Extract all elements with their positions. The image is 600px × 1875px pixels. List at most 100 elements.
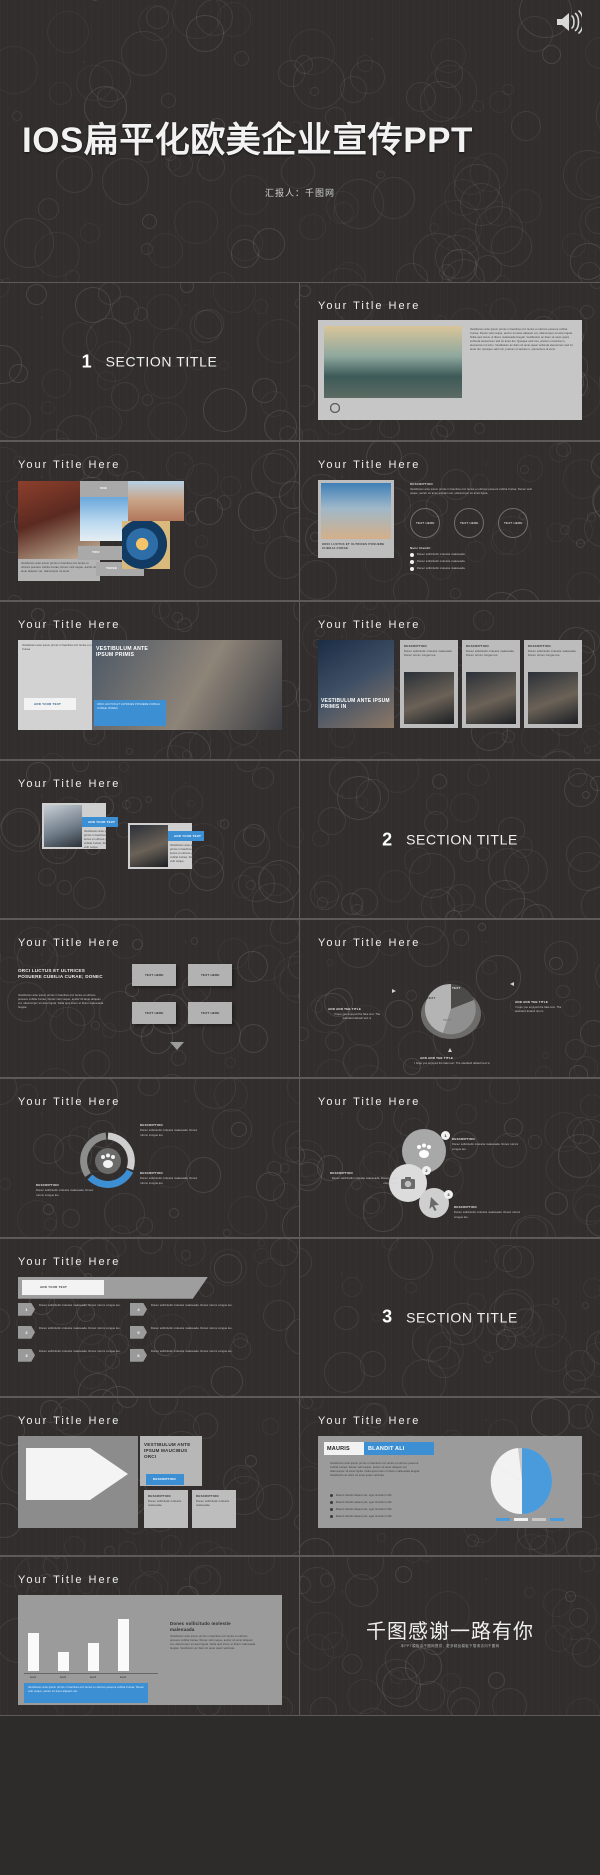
section-label: SECTION TITLE — [105, 353, 218, 370]
funnel-column-label: DESCRIPTION — [148, 1494, 171, 1499]
slide-thumbnail-5[interactable]: Your Title Here Vestibulum ante ipsum pr… — [0, 600, 300, 760]
slide-content: Your Title Here VESTIBULUM ANTE IPSUM MA… — [0, 1398, 299, 1555]
tab-two-bg[interactable] — [78, 546, 126, 561]
slide-thumbnail-17[interactable]: Your Title Here text text text text Done… — [0, 1556, 300, 1716]
row-number-chevron: 2 — [18, 1325, 35, 1339]
slide-thumbnail-7[interactable]: Your Title Here ADD YOUR TEXT Vestibulum… — [0, 759, 300, 920]
row-number-chevron: 6 — [130, 1348, 147, 1362]
bullet-text: Donec sollicitudin molestie malesuada. — [417, 567, 466, 571]
pie-body: Vestibulum ante ipsum primis in faucibus… — [330, 1462, 421, 1478]
icon-item-body: Donec sollicitudin molestie malesuada. D… — [454, 1211, 521, 1219]
bar-category-label: text — [60, 1675, 67, 1680]
slide-grid: 1 SECTION TITLE Your Title Here Vestibul… — [0, 282, 600, 1716]
man-suit-photo — [130, 824, 168, 867]
slide-content: 1 SECTION TITLE — [0, 283, 299, 440]
slide-thumbnail-16[interactable]: Your Title Here MAURIS BLANDIT ALI Vesti… — [300, 1397, 600, 1557]
slide-thumbnail-14[interactable]: 3 SECTION TITLE — [300, 1237, 600, 1398]
tab-two-label: TWO — [92, 550, 100, 555]
text-card-label: TEXT HERE — [201, 973, 220, 978]
icon-item-label: DESCRIPTION — [452, 1137, 475, 1142]
pie-bullet: Mauris blandit aliquet elit, eget tincid… — [336, 1508, 393, 1512]
thanks-subtitle: 本PPT模板由千图网提供，更多精品模板下载请访问千图网 — [400, 1644, 500, 1649]
heading-strong: MAURIS — [327, 1446, 350, 1453]
slide-thumbnail-3[interactable]: Your Title Here Vestibulum ante ipsum pr… — [0, 441, 300, 601]
frosted-branches-photo — [321, 483, 391, 540]
slide-thumbnail-4[interactable]: Your Title Here ORCI LUCTUS ET ULTRICES … — [300, 441, 600, 601]
man-smiling-photo — [44, 804, 82, 847]
person-photo — [404, 671, 454, 724]
photo-overlay-heading: VESTIBULUM ANTE IPSUM PRIMIS IN — [321, 697, 390, 710]
slide-thumbnail-8[interactable]: 2 SECTION TITLE — [300, 759, 600, 920]
chart-footer-text: Vestibulum ante ipsum primis in faucibus… — [28, 1686, 144, 1694]
seaside-cliff-photo — [324, 326, 462, 398]
pie-bullet: Mauris blandit aliquet elit, eget tincid… — [336, 1515, 393, 1519]
row-body: Donec sollicitudin molestie malesuada. D… — [151, 1349, 233, 1353]
slide-title: Your Title Here — [318, 937, 421, 950]
cover-slide: IOS扁平化欧美企业宣传PPT 汇报人：千图网 — [0, 0, 600, 282]
cyclist-photo — [128, 481, 184, 522]
row-number-chevron: 4 — [130, 1302, 147, 1316]
column-body: Donec sollicitudin molestie malesuada. D… — [404, 649, 453, 657]
slide-title: Your Title Here — [318, 1096, 421, 1109]
slide-title: Your Title Here — [18, 777, 121, 790]
row-body: Donec sollicitudin molestie malesuada. D… — [39, 1326, 121, 1330]
slide-thumbnail-10[interactable]: Your Title Here TEXT TEXT TEXT ADD ADD T… — [300, 919, 600, 1079]
bottom-callout-title: ADD ADD THE TITLE — [420, 1056, 454, 1061]
slide-thumbnail-13[interactable]: Your Title Here ADD YOUR TEXT 1 Donec so… — [0, 1237, 300, 1398]
slide-content: Your Title Here Vestibulum ante ipsum pr… — [0, 442, 299, 599]
slide-thumbnail-2[interactable]: Your Title Here Vestibulum ante ipsum pr… — [300, 282, 600, 442]
funnel-shape — [26, 1448, 128, 1501]
tab-three-label: THREE — [106, 566, 118, 571]
section-label: SECTION TITLE — [406, 1309, 518, 1326]
pie-bullet: Mauris blandit aliquet elit, eget tincid… — [336, 1501, 393, 1505]
slide-content: Your Title Here Vestibulum ante ipsum pr… — [300, 283, 600, 440]
mail-icon[interactable] — [330, 403, 340, 413]
slide-thumbnail-9[interactable]: Your Title Here ORCI LUCTUS ET ULTRICES … — [0, 919, 300, 1079]
left-callout-body: I hope you enjoyed the fake text. The st… — [333, 1013, 381, 1021]
slide-title: Your Title Here — [18, 1415, 121, 1428]
clasped-hands-photo — [318, 639, 394, 728]
slide-thumbnail-11[interactable]: Your Title Here DESCRIPTION Donec sollic… — [0, 1078, 300, 1238]
section-heading: 1 SECTION TITLE — [0, 351, 299, 372]
icon-item-body: Donec sollicitudin molestie malesuada. D… — [331, 1177, 398, 1185]
text-circle-label: TEXT HERE — [504, 521, 523, 526]
slide-title: Your Title Here — [318, 459, 421, 472]
person-photo — [528, 671, 578, 724]
slide-content: 2 SECTION TITLE — [300, 761, 600, 918]
cycle-item-body: Donec sollicitudin molestie malesuada. D… — [36, 1189, 94, 1197]
right-callout-body: I hope you enjoyed the fake text. The st… — [515, 1006, 562, 1014]
bullet-marker — [410, 560, 414, 565]
slide-content: Your Title Here ORCI LUCTUS ET ULTRICES … — [0, 920, 299, 1077]
chart-axis — [24, 1673, 158, 1675]
chart-bar — [28, 1632, 39, 1672]
section-number: 3 — [382, 1306, 393, 1327]
slide-thumbnail-18[interactable]: 千图感谢一路有你 本PPT模板由千图网提供，更多精品模板下载请访问千图网 — [300, 1556, 600, 1716]
slide-thumbnail-1[interactable]: 1 SECTION TITLE — [0, 282, 300, 442]
column-label: DESCRIPTION — [528, 643, 551, 648]
slide-thumbnail-6[interactable]: Your Title Here VESTIBULUM ANTE IPSUM PR… — [300, 600, 600, 760]
bullet-text: Donec sollicitudin molestie malesuada. — [417, 553, 466, 557]
add-your-text-label-2: ADD YOUR TEXT — [174, 833, 202, 838]
step-number: 3 — [444, 1190, 453, 1200]
pie-slice-label-1: TEXT — [427, 996, 436, 1001]
pie-chart-3d — [421, 984, 481, 1040]
description-body: Vestibulum ante ipsum primis in faucibus… — [410, 488, 532, 496]
column-body: Donec sollicitudin molestie malesuada. D… — [528, 649, 577, 657]
step-number: 2 — [422, 1166, 431, 1176]
triangle-base-icon — [170, 1042, 184, 1051]
slide-content: Your Title Here Vestibulum ante ipsum pr… — [0, 602, 299, 759]
speaker-icon[interactable] — [554, 10, 582, 34]
slide-title: Your Title Here — [18, 618, 121, 631]
cards-heading: ORCI LUCTUS ET ULTRICES POSUERE CUBILIA … — [18, 968, 103, 980]
slide-thumbnail-12[interactable]: Your Title Here 1 DESCRIPTION Donec soll… — [300, 1078, 600, 1238]
slide-content: Your Title Here ADD YOUR TEXT Vestibulum… — [0, 761, 299, 918]
paw-icon — [417, 1143, 431, 1159]
cycle-arrows — [80, 1132, 135, 1189]
description-label: DESCRIPTION — [410, 482, 433, 487]
slide-content: Your Title Here TEXT TEXT TEXT ADD ADD T… — [300, 920, 600, 1077]
camera-icon — [401, 1177, 415, 1190]
slide-thumbnail-15[interactable]: Your Title Here VESTIBULUM ANTE IPSUM MA… — [0, 1397, 300, 1557]
slide-title: Your Title Here — [18, 1096, 121, 1109]
tab-one-label: ONE — [100, 486, 108, 491]
slide-content: Your Title Here ADD YOUR TEXT 1 Donec so… — [0, 1239, 299, 1396]
